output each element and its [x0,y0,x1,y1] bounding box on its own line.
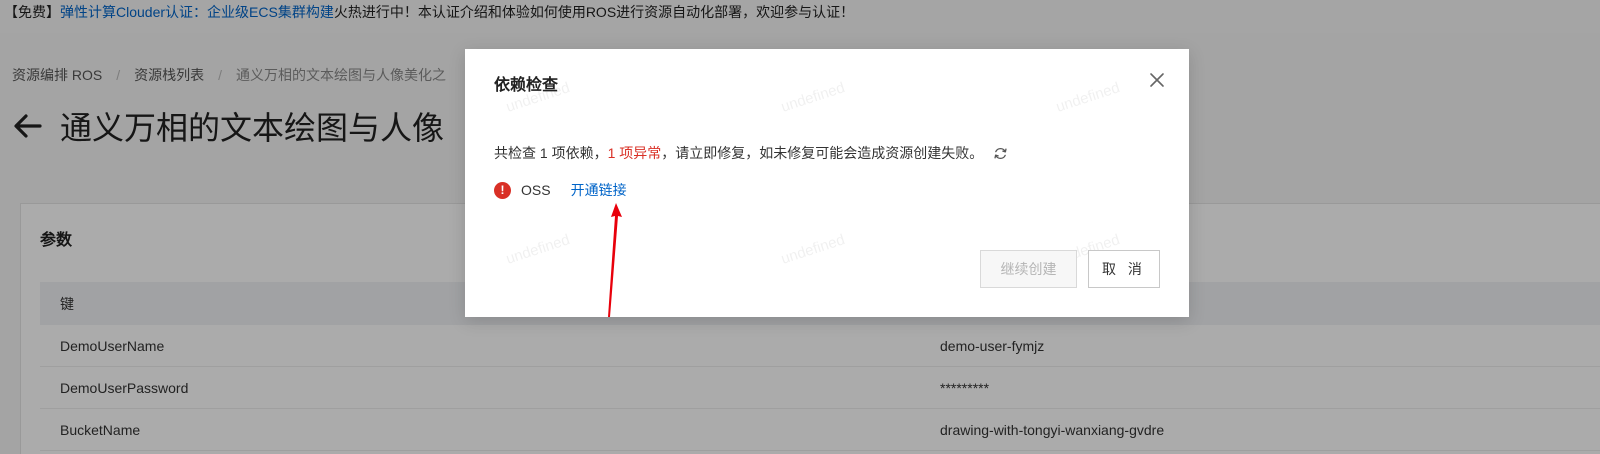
summary-text-2: ，请立即修复，如未修复可能会造成资源创建失败。 [661,145,984,161]
activate-link[interactable]: 开通链接 [571,180,627,200]
cancel-button[interactable]: 取 消 [1088,250,1160,288]
watermark: undefined [1053,79,1122,116]
refresh-icon[interactable] [993,146,1008,161]
dependency-item: ! OSS 开通链接 [494,180,627,200]
watermark: undefined [503,231,572,268]
watermark: undefined [778,79,847,116]
annotation-arrow-icon [602,199,632,317]
summary-error-count: 1 项异常 [607,145,662,161]
dialog-title: 依赖检查 [494,77,559,94]
dependency-summary: 共检查 1 项依赖， 1 项异常 ，请立即修复，如未修复可能会造成资源创建失败。 [494,143,1008,163]
close-icon[interactable] [1148,71,1166,89]
error-icon: ! [494,181,511,199]
dependency-check-dialog: undefined undefined undefined undefined … [465,49,1189,317]
summary-text-1: 共检查 1 项依赖， [494,145,608,161]
dependency-name: OSS [521,182,551,198]
continue-create-button[interactable]: 继续创建 [980,250,1077,288]
watermark: undefined [778,231,847,268]
